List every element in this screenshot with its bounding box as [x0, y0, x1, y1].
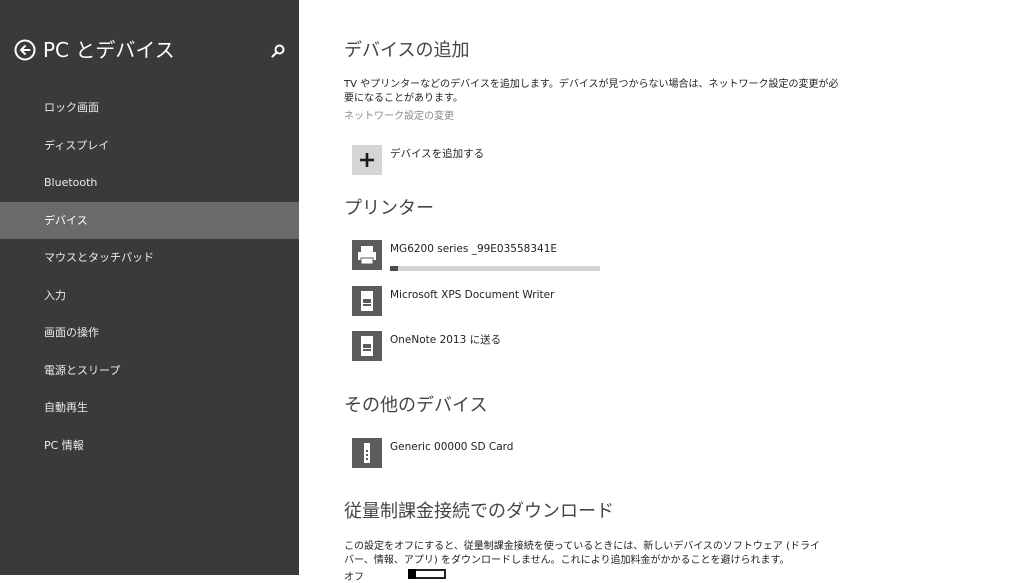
metered-title: 従量制課金接続でのダウンロード: [344, 501, 614, 522]
sidebar-item-autoplay[interactable]: 自動再生: [0, 389, 299, 427]
printers-title: プリンター: [344, 198, 434, 219]
add-devices-description: TV やプリンターなどのデバイスを追加します。デバイスが見つからない場合は、ネッ…: [344, 78, 839, 106]
metered-description-line2: バー、情報、アプリ) をダウンロードしません。これにより追加料金がかかることを避…: [344, 555, 790, 566]
document-printer-icon: [361, 291, 373, 311]
add-devices-title: デバイスの追加: [344, 40, 470, 61]
sidebar-item-corners-edges[interactable]: 画面の操作: [0, 314, 299, 352]
back-arrow-circle-icon[interactable]: [14, 39, 36, 61]
document-printer-icon: [361, 336, 373, 356]
sd-card-label[interactable]: Generic 00000 SD Card: [390, 440, 513, 454]
plus-icon: [360, 153, 374, 167]
sidebar-item-typing[interactable]: 入力: [0, 277, 299, 315]
sd-card-tile[interactable]: [352, 438, 382, 468]
sidebar-item-bluetooth[interactable]: Bluetooth: [0, 164, 299, 202]
sidebar-item-devices[interactable]: デバイス: [0, 201, 299, 239]
printer-progress-fill: [390, 266, 399, 271]
onenote-printer-label[interactable]: OneNote 2013 に送る: [390, 333, 501, 347]
metered-toggle-label: オフ: [344, 572, 364, 583]
sidebar: PC とデバイス ロック画面 ディスプレイ Bluetooth デバイス マウス…: [0, 0, 299, 575]
sidebar-nav: ロック画面 ディスプレイ Bluetooth デバイス マウスとタッチパッド 入…: [0, 89, 299, 464]
printer-progress-bar: [390, 266, 600, 271]
add-device-label[interactable]: デバイスを追加する: [390, 147, 484, 161]
sidebar-item-pc-info[interactable]: PC 情報: [0, 427, 299, 465]
add-device-button[interactable]: [352, 145, 382, 175]
printer-mg6200-label[interactable]: MG6200 series _99E03558341E: [390, 242, 557, 256]
sidebar-item-display[interactable]: ディスプレイ: [0, 127, 299, 165]
xps-writer-label[interactable]: Microsoft XPS Document Writer: [390, 288, 554, 302]
printer-icon: [358, 246, 376, 265]
xps-writer-tile[interactable]: [352, 286, 382, 316]
metered-toggle[interactable]: [408, 569, 446, 579]
sidebar-item-power-sleep[interactable]: 電源とスリープ: [0, 352, 299, 390]
add-devices-description-line1: TV やプリンターなどのデバイスを追加します。デバイスが見つからない場合は、ネッ…: [344, 79, 839, 90]
main-content: デバイスの追加 TV やプリンターなどのデバイスを追加します。デバイスが見つから…: [344, 0, 1004, 583]
other-devices-title: その他のデバイス: [344, 395, 488, 416]
search-icon[interactable]: [270, 43, 286, 59]
metered-toggle-thumb[interactable]: [408, 569, 416, 579]
sidebar-item-lock-screen[interactable]: ロック画面: [0, 89, 299, 127]
onenote-printer-tile[interactable]: [352, 331, 382, 361]
storage-device-icon: [364, 443, 370, 463]
metered-description: この設定をオフにすると、従量制課金接続を使っているときには、新しいデバイスのソフ…: [344, 540, 820, 568]
network-settings-link[interactable]: ネットワーク設定の変更: [344, 110, 454, 124]
sidebar-item-mouse-touchpad[interactable]: マウスとタッチパッド: [0, 239, 299, 277]
printer-device-tile[interactable]: [352, 240, 382, 270]
metered-description-line1: この設定をオフにすると、従量制課金接続を使っているときには、新しいデバイスのソフ…: [344, 541, 820, 552]
sidebar-title: PC とデバイス: [43, 38, 175, 62]
add-devices-description-line2: 要になることがあります。: [344, 93, 463, 104]
